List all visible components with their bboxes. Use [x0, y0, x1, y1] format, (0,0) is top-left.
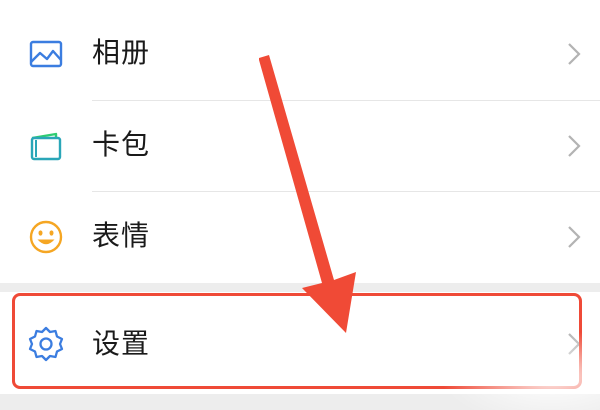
chevron-right-icon — [566, 41, 582, 67]
menu-group: 相册 卡包 表情 — [0, 0, 600, 283]
card-wallet-icon — [28, 128, 64, 164]
menu-item-album[interactable]: 相册 — [0, 9, 600, 99]
chevron-right-icon — [566, 224, 582, 250]
menu-item-stickers-label: 表情 — [92, 219, 151, 252]
menu-item-card-wallet-label: 卡包 — [92, 128, 151, 161]
menu-item-card-wallet[interactable]: 卡包 — [0, 101, 600, 191]
menu-item-album-label: 相册 — [92, 36, 151, 69]
chevron-right-icon — [566, 133, 582, 159]
smiley-icon — [28, 219, 64, 255]
photo-album-icon — [28, 36, 64, 72]
highlight-box — [12, 293, 582, 389]
menu-item-stickers[interactable]: 表情 — [0, 192, 600, 282]
